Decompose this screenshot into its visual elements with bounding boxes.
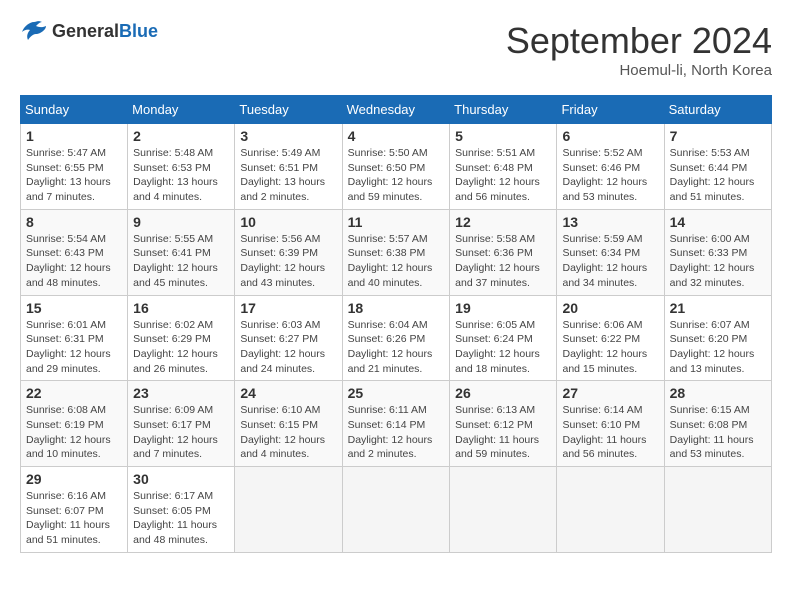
day-cell-8: 8 Sunrise: 5:54 AMSunset: 6:43 PMDayligh… xyxy=(21,209,128,295)
day-cell-22: 22 Sunrise: 6:08 AMSunset: 6:19 PMDaylig… xyxy=(21,381,128,467)
day-cell-26: 26 Sunrise: 6:13 AMSunset: 6:12 PMDaylig… xyxy=(450,381,557,467)
day-cell-27: 27 Sunrise: 6:14 AMSunset: 6:10 PMDaylig… xyxy=(557,381,664,467)
title-block: September 2024 Hoemul-li, North Korea xyxy=(506,20,772,79)
month-title: September 2024 xyxy=(506,20,772,62)
day-cell-28: 28 Sunrise: 6:15 AMSunset: 6:08 PMDaylig… xyxy=(664,381,771,467)
day-cell-4: 4 Sunrise: 5:50 AMSunset: 6:50 PMDayligh… xyxy=(342,124,450,210)
day-cell-18: 18 Sunrise: 6:04 AMSunset: 6:26 PMDaylig… xyxy=(342,295,450,381)
logo-text: GeneralBlue xyxy=(52,21,158,42)
calendar-header-row: Sunday Monday Tuesday Wednesday Thursday… xyxy=(21,96,772,124)
day-cell-30: 30 Sunrise: 6:17 AMSunset: 6:05 PMDaylig… xyxy=(128,467,235,553)
header-wednesday: Wednesday xyxy=(342,96,450,124)
day-cell-29: 29 Sunrise: 6:16 AMSunset: 6:07 PMDaylig… xyxy=(21,467,128,553)
day-cell-21: 21 Sunrise: 6:07 AMSunset: 6:20 PMDaylig… xyxy=(664,295,771,381)
logo-bird-icon xyxy=(20,20,48,42)
day-cell-empty-4 xyxy=(557,467,664,553)
day-cell-1: 1 Sunrise: 5:47 AMSunset: 6:55 PMDayligh… xyxy=(21,124,128,210)
day-cell-17: 17 Sunrise: 6:03 AMSunset: 6:27 PMDaylig… xyxy=(235,295,342,381)
day-cell-7: 7 Sunrise: 5:53 AMSunset: 6:44 PMDayligh… xyxy=(664,124,771,210)
calendar-table: Sunday Monday Tuesday Wednesday Thursday… xyxy=(20,95,772,553)
day-cell-9: 9 Sunrise: 5:55 AMSunset: 6:41 PMDayligh… xyxy=(128,209,235,295)
location-subtitle: Hoemul-li, North Korea xyxy=(506,62,772,79)
header-sunday: Sunday xyxy=(21,96,128,124)
header-friday: Friday xyxy=(557,96,664,124)
page-header: GeneralBlue September 2024 Hoemul-li, No… xyxy=(20,20,772,79)
header-monday: Monday xyxy=(128,96,235,124)
day-cell-19: 19 Sunrise: 6:05 AMSunset: 6:24 PMDaylig… xyxy=(450,295,557,381)
day-cell-12: 12 Sunrise: 5:58 AMSunset: 6:36 PMDaylig… xyxy=(450,209,557,295)
logo: GeneralBlue xyxy=(20,20,158,42)
day-cell-15: 15 Sunrise: 6:01 AMSunset: 6:31 PMDaylig… xyxy=(21,295,128,381)
day-cell-3: 3 Sunrise: 5:49 AMSunset: 6:51 PMDayligh… xyxy=(235,124,342,210)
table-row: 8 Sunrise: 5:54 AMSunset: 6:43 PMDayligh… xyxy=(21,209,772,295)
header-thursday: Thursday xyxy=(450,96,557,124)
logo-general: General xyxy=(52,21,119,41)
day-cell-empty-3 xyxy=(450,467,557,553)
table-row: 29 Sunrise: 6:16 AMSunset: 6:07 PMDaylig… xyxy=(21,467,772,553)
header-tuesday: Tuesday xyxy=(235,96,342,124)
day-cell-10: 10 Sunrise: 5:56 AMSunset: 6:39 PMDaylig… xyxy=(235,209,342,295)
day-cell-6: 6 Sunrise: 5:52 AMSunset: 6:46 PMDayligh… xyxy=(557,124,664,210)
day-cell-20: 20 Sunrise: 6:06 AMSunset: 6:22 PMDaylig… xyxy=(557,295,664,381)
day-cell-empty-2 xyxy=(342,467,450,553)
day-cell-14: 14 Sunrise: 6:00 AMSunset: 6:33 PMDaylig… xyxy=(664,209,771,295)
day-cell-24: 24 Sunrise: 6:10 AMSunset: 6:15 PMDaylig… xyxy=(235,381,342,467)
table-row: 22 Sunrise: 6:08 AMSunset: 6:19 PMDaylig… xyxy=(21,381,772,467)
day-cell-13: 13 Sunrise: 5:59 AMSunset: 6:34 PMDaylig… xyxy=(557,209,664,295)
day-cell-empty-1 xyxy=(235,467,342,553)
table-row: 15 Sunrise: 6:01 AMSunset: 6:31 PMDaylig… xyxy=(21,295,772,381)
day-cell-11: 11 Sunrise: 5:57 AMSunset: 6:38 PMDaylig… xyxy=(342,209,450,295)
table-row: 1 Sunrise: 5:47 AMSunset: 6:55 PMDayligh… xyxy=(21,124,772,210)
day-cell-empty-5 xyxy=(664,467,771,553)
day-cell-25: 25 Sunrise: 6:11 AMSunset: 6:14 PMDaylig… xyxy=(342,381,450,467)
day-cell-23: 23 Sunrise: 6:09 AMSunset: 6:17 PMDaylig… xyxy=(128,381,235,467)
header-saturday: Saturday xyxy=(664,96,771,124)
day-cell-16: 16 Sunrise: 6:02 AMSunset: 6:29 PMDaylig… xyxy=(128,295,235,381)
logo-blue: Blue xyxy=(119,21,158,41)
day-cell-2: 2 Sunrise: 5:48 AMSunset: 6:53 PMDayligh… xyxy=(128,124,235,210)
day-cell-5: 5 Sunrise: 5:51 AMSunset: 6:48 PMDayligh… xyxy=(450,124,557,210)
